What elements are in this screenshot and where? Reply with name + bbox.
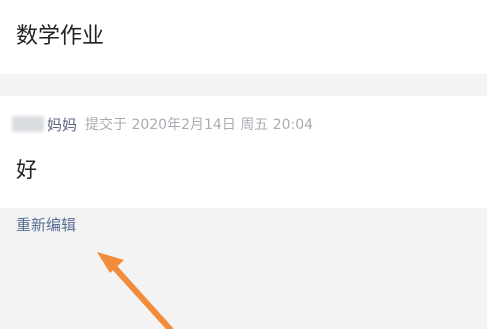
reedit-button[interactable]: 重新编辑 (16, 215, 76, 235)
assignment-title: 数学作业 (16, 24, 105, 49)
submitter-name: 妈妈 (47, 115, 78, 134)
assignment-title-card: 数学作业 (0, 0, 487, 74)
arrowhead-icon (97, 252, 124, 273)
submission-timestamp: 提交于 2020年2月14日 周五 20:04 (85, 117, 314, 133)
submission-content: 好 (16, 158, 37, 182)
blurred-name-redaction (12, 116, 44, 132)
submission-card: 妈妈 提交于 2020年2月14日 周五 20:04 好 (0, 96, 487, 208)
submission-meta: 妈妈 提交于 2020年2月14日 周五 20:04 (12, 114, 313, 134)
arrow-shaft (111, 264, 173, 329)
